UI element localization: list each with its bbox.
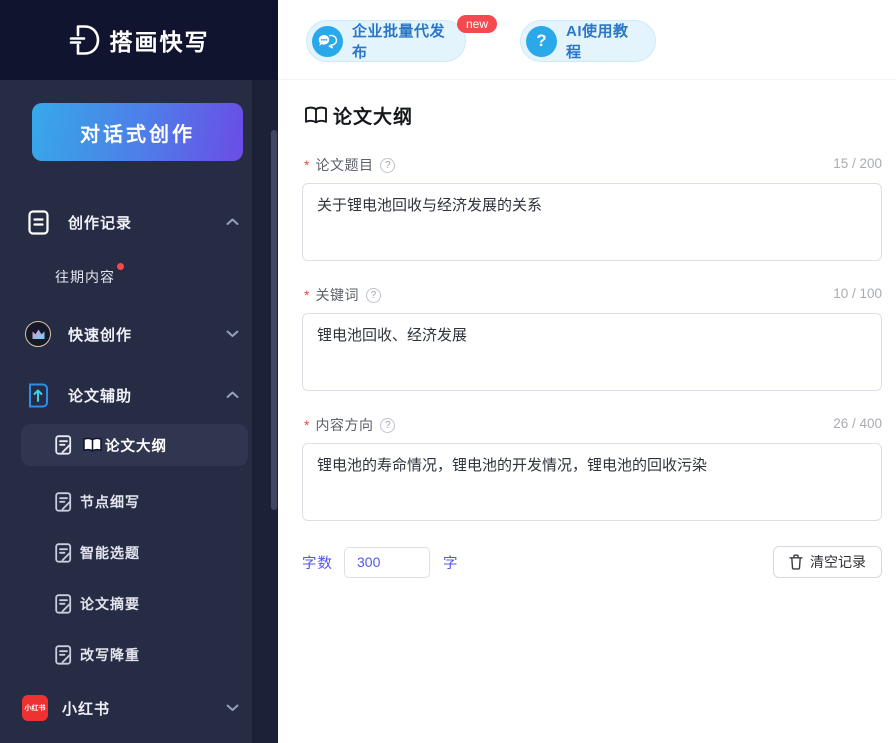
main-pane: 企业批量代发布 new ? AI使用教程 论文大纲 bbox=[278, 0, 896, 743]
sidebar-item-node-detail[interactable]: 节点细写 bbox=[0, 485, 278, 519]
help-icon[interactable]: ? bbox=[380, 418, 395, 433]
app-logo: 搭画快写 bbox=[0, 0, 278, 80]
field-paper-title: * 论文题目 ? 15 / 200 关于锂电池回收与经济发展的关系 bbox=[302, 155, 882, 261]
button-label: 清空记录 bbox=[810, 552, 866, 572]
doc-edit-icon bbox=[55, 435, 73, 455]
doc-edit-icon bbox=[55, 645, 73, 665]
sidebar-item-paper-assist[interactable]: 论文辅助 bbox=[0, 378, 278, 412]
sidebar-scrollbar-thumb[interactable] bbox=[271, 130, 277, 510]
sidebar-item-label: 快速创作 bbox=[68, 324, 132, 345]
batch-publish-button[interactable]: 企业批量代发布 new bbox=[306, 20, 466, 62]
char-counter: 26 / 400 bbox=[833, 416, 882, 431]
paper-title-input[interactable]: 关于锂电池回收与经济发展的关系 bbox=[302, 183, 882, 261]
dialog-creation-button[interactable]: 对话式创作 bbox=[32, 103, 243, 161]
button-label: AI使用教程 bbox=[566, 20, 637, 62]
sidebar: 搭画快写 对话式创作 创作记录 往期内容 bbox=[0, 0, 278, 743]
xiaohongshu-icon: 小红书 bbox=[22, 695, 48, 721]
chat-bubbles-icon bbox=[312, 26, 343, 57]
chevron-up-icon bbox=[226, 218, 239, 226]
sidebar-item-label: 创作记录 bbox=[68, 212, 132, 233]
sidebar-item-label: 改写降重 bbox=[80, 645, 140, 665]
field-content-direction: * 内容方向 ? 26 / 400 锂电池的寿命情况，锂电池的开发情况，锂电池的… bbox=[302, 415, 882, 521]
content-direction-input[interactable]: 锂电池的寿命情况，锂电池的开发情况，锂电池的回收污染 bbox=[302, 443, 882, 521]
sidebar-item-paper-outline[interactable]: 论文大纲 bbox=[21, 424, 248, 466]
outline-form: 论文大纲 * 论文题目 ? 15 / 200 关于锂电池回收与经济发展的关系 *… bbox=[278, 80, 896, 743]
chevron-up-icon bbox=[226, 391, 239, 399]
sidebar-item-xiaohongshu[interactable]: 小红书 小红书 bbox=[0, 690, 278, 726]
sidebar-item-rewrite-dedup[interactable]: 改写降重 bbox=[0, 638, 278, 672]
question-circle-icon: ? bbox=[526, 26, 557, 57]
doc-edit-icon bbox=[55, 492, 73, 512]
field-label: 关键词 bbox=[315, 285, 359, 305]
help-icon[interactable]: ? bbox=[380, 158, 395, 173]
app-title: 搭画快写 bbox=[110, 23, 210, 57]
chevron-down-icon bbox=[226, 330, 239, 338]
word-count-input[interactable] bbox=[344, 547, 430, 578]
logo-icon bbox=[69, 23, 101, 57]
sidebar-item-label: 论文摘要 bbox=[80, 594, 140, 614]
notification-dot bbox=[117, 263, 124, 270]
field-label: 内容方向 bbox=[315, 415, 373, 435]
char-counter: 10 / 100 bbox=[833, 286, 882, 301]
clear-records-button[interactable]: 清空记录 bbox=[773, 546, 882, 578]
required-mark: * bbox=[304, 287, 309, 303]
crown-icon bbox=[25, 321, 51, 347]
button-label: 企业批量代发布 bbox=[352, 20, 447, 62]
word-count-label: 字数 bbox=[302, 552, 333, 573]
sidebar-item-smart-topic[interactable]: 智能选题 bbox=[0, 536, 278, 570]
sidebar-item-quick-creation[interactable]: 快速创作 bbox=[0, 317, 278, 351]
help-icon[interactable]: ? bbox=[366, 288, 381, 303]
sidebar-item-creation-records[interactable]: 创作记录 bbox=[0, 205, 278, 239]
paper-upload-icon bbox=[27, 383, 50, 408]
top-bar: 企业批量代发布 new ? AI使用教程 bbox=[278, 0, 896, 80]
sidebar-item-paper-abstract[interactable]: 论文摘要 bbox=[0, 587, 278, 621]
sidebar-item-label: 智能选题 bbox=[80, 543, 140, 563]
sidebar-item-label: 节点细写 bbox=[80, 492, 140, 512]
app-window: 搭画快写 对话式创作 创作记录 往期内容 bbox=[0, 0, 896, 743]
word-count-unit: 字 bbox=[443, 552, 459, 573]
keywords-input[interactable]: 锂电池回收、经济发展 bbox=[302, 313, 882, 391]
doc-edit-icon bbox=[55, 543, 73, 563]
char-counter: 15 / 200 bbox=[833, 156, 882, 171]
ai-tutorial-button[interactable]: ? AI使用教程 bbox=[520, 20, 656, 62]
field-keywords: * 关键词 ? 10 / 100 锂电池回收、经济发展 bbox=[302, 285, 882, 391]
sidebar-item-label: 小红书 bbox=[62, 698, 110, 719]
open-book-icon bbox=[304, 106, 328, 126]
required-mark: * bbox=[304, 417, 309, 433]
page-title: 论文大纲 bbox=[304, 102, 413, 129]
field-label: 论文题目 bbox=[315, 155, 373, 175]
sidebar-item-label: 论文大纲 bbox=[105, 435, 167, 456]
new-badge: new bbox=[457, 15, 497, 33]
bottom-row: 字数 字 清空记录 bbox=[302, 546, 882, 578]
sidebar-item-label: 往期内容 bbox=[55, 269, 115, 285]
required-mark: * bbox=[304, 157, 309, 173]
sidebar-item-past-content[interactable]: 往期内容 bbox=[0, 260, 278, 294]
chevron-down-icon bbox=[226, 704, 239, 712]
document-icon bbox=[28, 210, 49, 235]
doc-edit-icon bbox=[55, 594, 73, 614]
sidebar-item-label: 论文辅助 bbox=[68, 385, 132, 406]
trash-icon bbox=[789, 554, 803, 570]
open-book-icon bbox=[82, 437, 103, 454]
